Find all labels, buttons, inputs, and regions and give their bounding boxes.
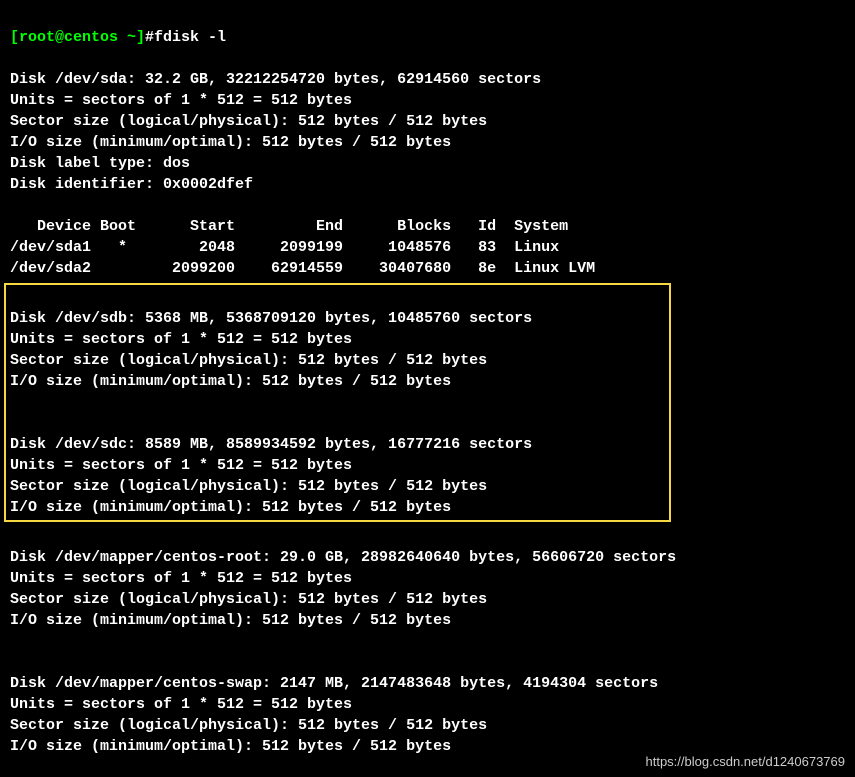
disk-sdb-line: I/O size (minimum/optimal): 512 bytes / … <box>10 373 451 390</box>
disk-sdc-line: Disk /dev/sdc: 8589 MB, 8589934592 bytes… <box>10 436 532 453</box>
disk-root-line: I/O size (minimum/optimal): 512 bytes / … <box>10 612 451 629</box>
disk-sdb-line: Units = sectors of 1 * 512 = 512 bytes <box>10 331 352 348</box>
partition-row: /dev/sda1 * 2048 2099199 1048576 83 Linu… <box>10 239 559 256</box>
disk-sda-line: Disk label type: dos <box>10 155 190 172</box>
disk-sda-line: Units = sectors of 1 * 512 = 512 bytes <box>10 92 352 109</box>
disk-sda-line: Disk /dev/sda: 32.2 GB, 32212254720 byte… <box>10 71 541 88</box>
disk-swap-line: Units = sectors of 1 * 512 = 512 bytes <box>10 696 352 713</box>
command-text: fdisk -l <box>154 29 226 46</box>
disk-sdb-line: Disk /dev/sdb: 5368 MB, 5368709120 bytes… <box>10 310 532 327</box>
disk-sda-line: I/O size (minimum/optimal): 512 bytes / … <box>10 134 451 151</box>
disk-sdb-line: Sector size (logical/physical): 512 byte… <box>10 352 487 369</box>
prompt-symbol: # <box>145 29 154 46</box>
disk-sdc-line: Sector size (logical/physical): 512 byte… <box>10 478 487 495</box>
highlight-box: Disk /dev/sdb: 5368 MB, 5368709120 bytes… <box>4 283 671 522</box>
disk-root-line: Units = sectors of 1 * 512 = 512 bytes <box>10 570 352 587</box>
disk-swap-line: Sector size (logical/physical): 512 byte… <box>10 717 487 734</box>
disk-swap-line: Disk /dev/mapper/centos-swap: 2147 MB, 2… <box>10 675 658 692</box>
disk-root-line: Disk /dev/mapper/centos-root: 29.0 GB, 2… <box>10 549 676 566</box>
partition-table-header: Device Boot Start End Blocks Id System <box>10 218 568 235</box>
disk-sdc-line: Units = sectors of 1 * 512 = 512 bytes <box>10 457 352 474</box>
prompt-user-host: [root@centos ~] <box>10 29 145 46</box>
disk-root-line: Sector size (logical/physical): 512 byte… <box>10 591 487 608</box>
disk-sda-line: Disk identifier: 0x0002dfef <box>10 176 253 193</box>
partition-row: /dev/sda2 2099200 62914559 30407680 8e L… <box>10 260 595 277</box>
disk-swap-line: I/O size (minimum/optimal): 512 bytes / … <box>10 738 451 755</box>
watermark-text: https://blog.csdn.net/d1240673769 <box>646 753 846 771</box>
disk-sda-line: Sector size (logical/physical): 512 byte… <box>10 113 487 130</box>
terminal-output[interactable]: [root@centos ~]#fdisk -l Disk /dev/sda: … <box>0 0 855 763</box>
disk-sdc-line: I/O size (minimum/optimal): 512 bytes / … <box>10 499 451 516</box>
